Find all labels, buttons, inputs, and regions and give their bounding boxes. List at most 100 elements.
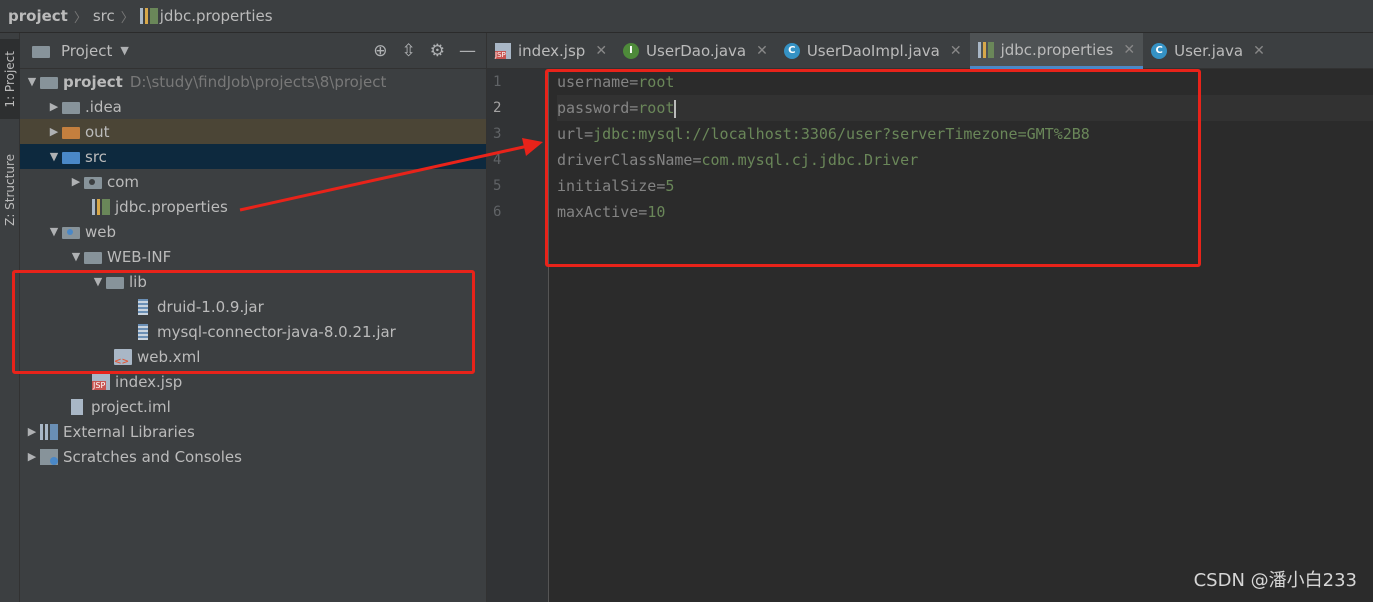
tab-index-jsp[interactable]: index.jsp ✕ [487,33,615,69]
tool-window-strip: 1: Project Z: Structure [0,33,20,602]
tool-tab-structure[interactable]: Z: Structure [0,145,20,235]
tree-row-scratches[interactable]: ▶ Scratches and Consoles [20,444,486,469]
close-icon[interactable]: ✕ [595,43,607,59]
tree-row-web[interactable]: ▼ web [20,219,486,244]
line-number: 4 [493,152,502,168]
line-number: 1 [493,74,502,90]
line-number: 5 [493,178,502,194]
tool-tab-structure-label: Z: Structure [3,154,17,226]
expand-arrow-icon[interactable]: ▼ [46,225,62,238]
tree-row-web-xml[interactable]: web.xml [20,344,486,369]
tab-label: UserDaoImpl.java [806,42,940,60]
close-icon[interactable]: ✕ [756,43,768,59]
code-line[interactable]: initialSize=5 [557,173,1373,199]
expand-arrow-icon[interactable]: ▶ [24,425,40,438]
expand-arrow-icon[interactable]: ▼ [46,150,62,163]
line-number: 6 [493,204,502,220]
folder-icon [106,276,124,289]
property-key: password= [557,99,639,117]
tab-userdaoimpl[interactable]: C UserDaoImpl.java ✕ [776,33,970,69]
project-panel-header: Project ▼ ⊕ ⇳ ⚙ — [20,33,486,69]
project-view-selector[interactable]: Project [61,42,112,60]
gear-icon[interactable]: ⚙ [430,41,445,61]
code-line[interactable]: maxActive=10 [557,199,1373,225]
tree-label: src [85,147,107,166]
close-icon[interactable]: ✕ [950,43,962,59]
tree-label: index.jsp [115,372,183,391]
tree-label: web.xml [137,347,201,366]
expand-arrow-icon[interactable]: ▶ [46,100,62,113]
tree-label: jdbc.properties [115,197,228,216]
chevron-right-icon: 〉 [73,10,87,26]
tree-row-jdbc-properties[interactable]: jdbc.properties [20,194,486,219]
breadcrumb-project[interactable]: project [8,7,68,25]
chevron-down-icon[interactable]: ▼ [120,44,128,57]
tab-label: index.jsp [518,42,586,60]
line-number: 2 [493,100,502,116]
chevron-right-icon: 〉 [120,10,134,26]
expand-arrow-icon[interactable]: ▼ [24,75,40,88]
library-icon [40,423,58,440]
code-area[interactable]: username=root password=root url=jdbc:mys… [557,69,1373,225]
code-line-current[interactable]: password=root [557,95,1373,121]
tab-label: UserDao.java [646,42,747,60]
line-number-gutter: 1 2 3 4 5 6 [487,69,549,602]
text-caret [674,99,677,118]
tree-row-out[interactable]: ▶ out [20,119,486,144]
breadcrumb-src[interactable]: src [93,7,115,25]
code-line[interactable]: username=root [557,69,1373,95]
tree-row-com[interactable]: ▶ com [20,169,486,194]
expand-arrow-icon[interactable]: ▶ [68,175,84,188]
editor: index.jsp ✕ I UserDao.java ✕ C UserDaoIm… [486,33,1373,602]
code-line[interactable]: driverClassName=com.mysql.cj.jdbc.Driver [557,147,1373,173]
property-key: maxActive= [557,203,648,221]
close-icon[interactable]: ✕ [1123,42,1135,58]
web-folder-icon [62,226,80,239]
excluded-folder-icon [62,126,80,139]
scratches-icon [40,448,58,465]
properties-file-icon [92,198,110,215]
close-icon[interactable]: ✕ [1253,43,1265,59]
property-key: url= [557,125,594,143]
locate-icon[interactable]: ⊕ [373,41,387,61]
tree-row-project[interactable]: ▼ project D:\study\findJob\projects\8\pr… [20,69,486,94]
tree-row-src[interactable]: ▼ src [20,144,486,169]
tree-label: project.iml [91,397,171,416]
tool-tab-project-label: 1: Project [3,50,17,108]
tree-row-lib[interactable]: ▼ lib [20,269,486,294]
property-key: initialSize= [557,177,666,195]
project-view-icon [32,45,50,58]
code-line[interactable]: url=jdbc:mysql://localhost:3306/user?ser… [557,121,1373,147]
tool-tab-project[interactable]: 1: Project [0,39,20,119]
minimize-icon[interactable]: — [459,41,476,61]
tree-row-mysql-jar[interactable]: mysql-connector-java-8.0.21.jar [20,319,486,344]
tree-label: .idea [85,97,122,116]
breadcrumb-file[interactable]: jdbc.properties [160,7,273,25]
properties-file-icon [139,8,158,24]
tree-label: lib [129,272,147,291]
tree-label: druid-1.0.9.jar [157,297,264,316]
tree-row-external-libraries[interactable]: ▶ External Libraries [20,419,486,444]
tab-user-java[interactable]: C User.java ✕ [1143,33,1273,69]
expand-arrow-icon[interactable]: ▶ [24,450,40,463]
iml-file-icon [71,398,83,415]
line-number: 3 [493,126,502,142]
tree-label: Scratches and Consoles [63,447,242,466]
editor-tabs: index.jsp ✕ I UserDao.java ✕ C UserDaoIm… [487,33,1373,69]
folder-icon [84,251,102,264]
tree-row-project-iml[interactable]: project.iml [20,394,486,419]
expand-arrow-icon[interactable]: ▼ [90,275,106,288]
tab-jdbc-properties[interactable]: jdbc.properties ✕ [969,33,1144,69]
tree-row-index-jsp[interactable]: index.jsp [20,369,486,394]
tree-row-web-inf[interactable]: ▼ WEB-INF [20,244,486,269]
tree-row-idea[interactable]: ▶ .idea [20,94,486,119]
collapse-all-icon[interactable]: ⇳ [402,41,416,61]
jar-icon [138,323,148,340]
tab-label: jdbc.properties [1000,40,1114,59]
interface-icon: I [623,43,640,59]
tab-userdao[interactable]: I UserDao.java ✕ [615,33,776,69]
property-key: driverClassName= [557,151,702,169]
tree-row-druid-jar[interactable]: druid-1.0.9.jar [20,294,486,319]
expand-arrow-icon[interactable]: ▼ [68,250,84,263]
expand-arrow-icon[interactable]: ▶ [46,125,62,138]
